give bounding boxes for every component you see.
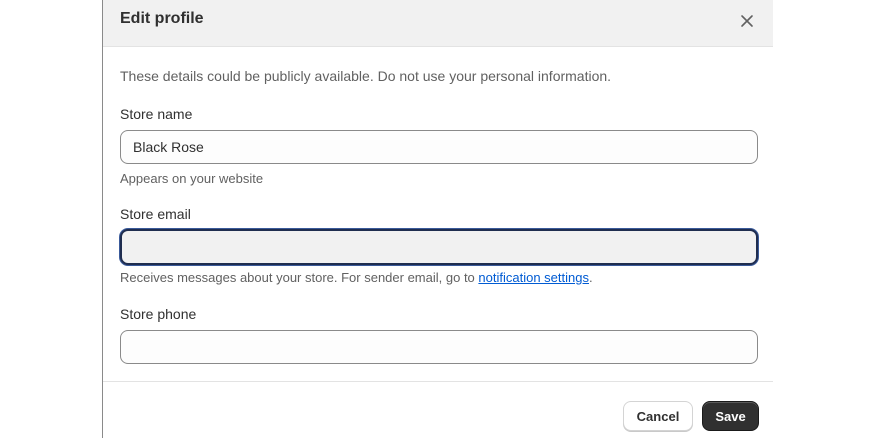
cancel-button[interactable]: Cancel <box>623 401 693 431</box>
store-email-help: Receives messages about your store. For … <box>120 270 593 285</box>
notification-settings-link[interactable]: notification settings <box>478 270 589 285</box>
store-name-help: Appears on your website <box>120 171 264 186</box>
store-phone-label: Store phone <box>120 306 197 322</box>
dialog-body: These details could be publicly availabl… <box>103 47 773 381</box>
save-button[interactable]: Save <box>702 401 759 431</box>
dialog-footer: Cancel Save <box>103 381 773 438</box>
dialog-header: Edit profile <box>103 0 773 47</box>
close-icon <box>741 15 753 27</box>
store-name-value: Black Rose <box>133 139 204 155</box>
store-email-help-prefix: Receives messages about your store. For … <box>120 270 479 285</box>
dialog-title: Edit profile <box>120 10 204 27</box>
store-name-label: Store name <box>120 106 193 122</box>
store-email-label: Store email <box>120 206 191 222</box>
store-phone-input[interactable] <box>120 330 758 364</box>
store-email-input[interactable] <box>120 229 758 265</box>
store-email-help-suffix: . <box>588 270 593 285</box>
close-button[interactable] <box>735 9 759 33</box>
store-name-input[interactable]: Black Rose <box>120 130 758 164</box>
edit-profile-dialog: Edit profile These details could be publ… <box>102 0 773 438</box>
intro-text: These details could be publicly availabl… <box>120 68 612 84</box>
